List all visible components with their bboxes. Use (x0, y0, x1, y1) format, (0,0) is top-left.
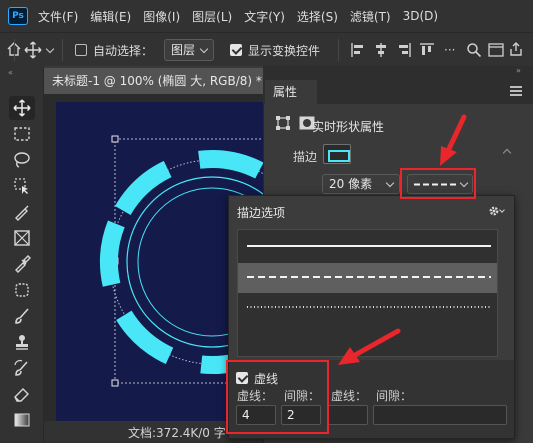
annotation-arrowhead (440, 146, 457, 166)
annotation-arrows (338, 114, 467, 365)
annotation-arrow (352, 328, 401, 358)
annotation-arrow (445, 114, 467, 154)
